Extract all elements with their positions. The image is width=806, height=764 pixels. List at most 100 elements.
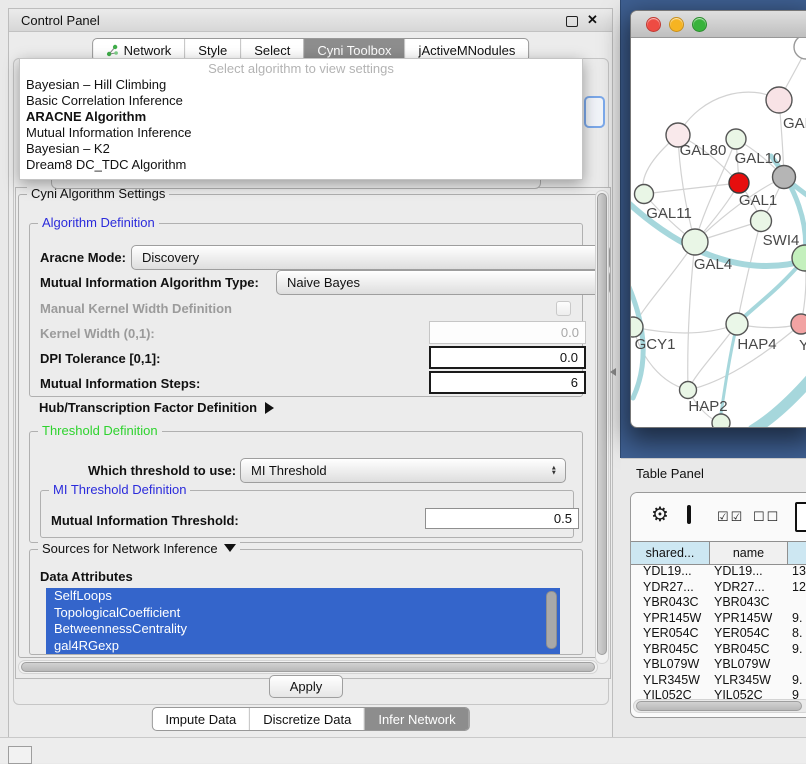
algorithm-definition-group: Algorithm Definition Aracne Mode: Discov… bbox=[29, 223, 583, 397]
tab-impute-data[interactable]: Impute Data bbox=[152, 708, 249, 730]
node-label: GAL4 bbox=[694, 256, 732, 273]
table-cell[interactable]: YLR345W bbox=[714, 673, 786, 689]
algorithm-option[interactable]: Mutual Information Inference bbox=[20, 125, 582, 141]
gear-icon[interactable]: ⚙ bbox=[651, 505, 669, 525]
table-cell[interactable]: YBR045C bbox=[643, 642, 709, 658]
attribute-item[interactable]: BetweennessCentrality bbox=[46, 621, 560, 638]
close-window-icon[interactable] bbox=[646, 17, 661, 32]
column-header-name-label: name bbox=[733, 546, 764, 560]
tab-infer-network-label: Infer Network bbox=[378, 712, 455, 727]
node-label: Y bbox=[799, 337, 806, 354]
network-graph-canvas[interactable]: GAL GAL80 GAL10 GAL1 GAL11 SWI4 GAL4 GCY… bbox=[631, 38, 806, 427]
list-scrollbar-thumb[interactable] bbox=[546, 591, 557, 649]
apply-button[interactable]: Apply bbox=[269, 675, 343, 698]
mi-type-value: Naive Bayes bbox=[287, 275, 360, 290]
mi-threshold-label: Mutual Information Threshold: bbox=[51, 513, 239, 528]
panel-splitter-handle[interactable] bbox=[610, 368, 616, 376]
table-cell[interactable]: YDR27... bbox=[714, 580, 786, 596]
data-attributes-list[interactable]: SelfLoops TopologicalCoefficient Between… bbox=[46, 588, 560, 654]
unchecked-boxes-icon[interactable]: ☐☐ bbox=[753, 509, 780, 525]
table-cell[interactable]: YBR045C bbox=[714, 642, 786, 658]
mi-steps-input[interactable]: 6 bbox=[429, 371, 586, 394]
zoom-window-icon[interactable] bbox=[692, 17, 707, 32]
algorithm-definition-title: Algorithm Definition bbox=[38, 215, 159, 230]
attribute-item[interactable]: TopologicalCoefficient bbox=[46, 605, 560, 622]
table-cell[interactable]: YBR043C bbox=[643, 595, 709, 611]
settings-horizontal-scrollbar[interactable] bbox=[18, 660, 598, 674]
algorithm-option[interactable]: Bayesian – K2 bbox=[20, 141, 582, 157]
algorithm-option[interactable]: Basic Correlation Inference bbox=[20, 93, 582, 109]
threshold-definition-title: Threshold Definition bbox=[38, 423, 162, 438]
partial-corner-window bbox=[8, 746, 32, 764]
stepper-arrows-icon: ▲▼ bbox=[551, 465, 557, 476]
table-cell[interactable] bbox=[792, 657, 806, 673]
manual-kernel-label: Manual Kernel Width Definition bbox=[40, 301, 232, 316]
minimize-window-icon[interactable] bbox=[669, 17, 684, 32]
table-horizontal-scrollbar[interactable] bbox=[633, 699, 806, 713]
node-label: HAP2 bbox=[688, 398, 727, 415]
columns-icon[interactable] bbox=[687, 505, 691, 524]
table-cell[interactable]: YPR145W bbox=[643, 611, 709, 627]
table-cell[interactable]: YDL19... bbox=[643, 564, 709, 580]
sources-group: Sources for Network Inference Data Attri… bbox=[29, 549, 583, 655]
data-attributes-label: Data Attributes bbox=[40, 569, 133, 584]
table-cell[interactable]: YBL079W bbox=[643, 657, 709, 673]
collapse-down-icon bbox=[224, 544, 236, 552]
dpi-tolerance-input[interactable]: 0.0 bbox=[429, 346, 586, 369]
table-cell[interactable]: YER054C bbox=[643, 626, 709, 642]
table-cell[interactable]: 13 bbox=[792, 564, 806, 580]
column-header-shared[interactable]: shared... bbox=[631, 541, 710, 565]
aracne-mode-select[interactable]: Discovery ▲▼ bbox=[131, 245, 610, 270]
node-label: HAP4 bbox=[737, 336, 776, 353]
table-cell[interactable]: 12 bbox=[792, 580, 806, 596]
table-cell[interactable]: YBL079W bbox=[714, 657, 786, 673]
table-cell[interactable]: YLR345W bbox=[643, 673, 709, 689]
dpi-tolerance-value: 0.0 bbox=[560, 350, 578, 365]
sources-title-label: Sources for Network Inference bbox=[42, 541, 218, 556]
mi-type-select[interactable]: Naive Bayes ▲▼ bbox=[276, 270, 610, 295]
table-cell[interactable]: YDL19... bbox=[714, 564, 786, 580]
table-cell[interactable]: YPR145W bbox=[714, 611, 786, 627]
tab-infer-network[interactable]: Infer Network bbox=[364, 708, 468, 730]
hub-definition-expander[interactable]: Hub/Transcription Factor Definition bbox=[39, 400, 274, 415]
which-threshold-select[interactable]: MI Threshold ▲▼ bbox=[240, 458, 566, 483]
cyni-algorithm-settings-group: Cyni Algorithm Settings Algorithm Defini… bbox=[18, 194, 602, 658]
tab-discretize-data-label: Discretize Data bbox=[263, 712, 351, 727]
table-cell[interactable]: 9. bbox=[792, 673, 806, 689]
bottom-status-strip bbox=[0, 737, 806, 763]
checked-boxes-icon[interactable]: ☑☑ bbox=[717, 509, 744, 525]
attribute-item[interactable]: gal4RGexp bbox=[46, 638, 560, 655]
table-cell[interactable]: YER054C bbox=[714, 626, 786, 642]
sources-title[interactable]: Sources for Network Inference bbox=[38, 541, 240, 556]
table-cell[interactable] bbox=[792, 595, 806, 611]
table-cell[interactable]: YBR043C bbox=[714, 595, 786, 611]
table-cell[interactable]: YDR27... bbox=[643, 580, 709, 596]
table-cell[interactable]: 9. bbox=[792, 611, 806, 627]
table-cell[interactable]: 9. bbox=[792, 642, 806, 658]
node-label: SWI4 bbox=[763, 232, 800, 249]
mi-threshold-input[interactable]: 0.5 bbox=[425, 508, 579, 529]
node-label: GAL10 bbox=[735, 150, 782, 167]
attribute-item[interactable]: SelfLoops bbox=[46, 588, 560, 605]
column-header-third[interactable] bbox=[788, 541, 806, 565]
node-label: GAL1 bbox=[739, 192, 777, 209]
tab-impute-data-label: Impute Data bbox=[165, 712, 236, 727]
close-panel-icon[interactable]: ✕ bbox=[587, 15, 598, 25]
threshold-definition-group: Threshold Definition Which threshold to … bbox=[29, 431, 583, 543]
algorithm-option[interactable]: Dream8 DC_TDC Algorithm bbox=[20, 157, 582, 173]
manual-kernel-checkbox[interactable] bbox=[556, 301, 571, 316]
network-window-titlebar[interactable] bbox=[631, 11, 806, 38]
algorithm-option[interactable]: Bayesian – Hill Climbing bbox=[20, 77, 582, 93]
apply-button-label: Apply bbox=[290, 679, 323, 694]
tab-discretize-data[interactable]: Discretize Data bbox=[249, 708, 364, 730]
algorithm-dropdown-list: Select algorithm to view settings Bayesi… bbox=[19, 58, 583, 180]
settings-vertical-scrollbar[interactable] bbox=[595, 190, 609, 664]
column-header-name[interactable]: name bbox=[710, 541, 788, 565]
table-cell[interactable]: 8. bbox=[792, 626, 806, 642]
node-label: GAL bbox=[783, 115, 806, 132]
table-toolbar: ⚙ ☑☑ ☐☐ bbox=[631, 493, 806, 541]
network-view-window[interactable]: GAL GAL80 GAL10 GAL1 GAL11 SWI4 GAL4 GCY… bbox=[630, 10, 806, 428]
algorithm-option-selected[interactable]: ARACNE Algorithm bbox=[20, 109, 582, 125]
float-window-icon[interactable] bbox=[566, 16, 578, 27]
document-icon[interactable] bbox=[795, 502, 806, 532]
